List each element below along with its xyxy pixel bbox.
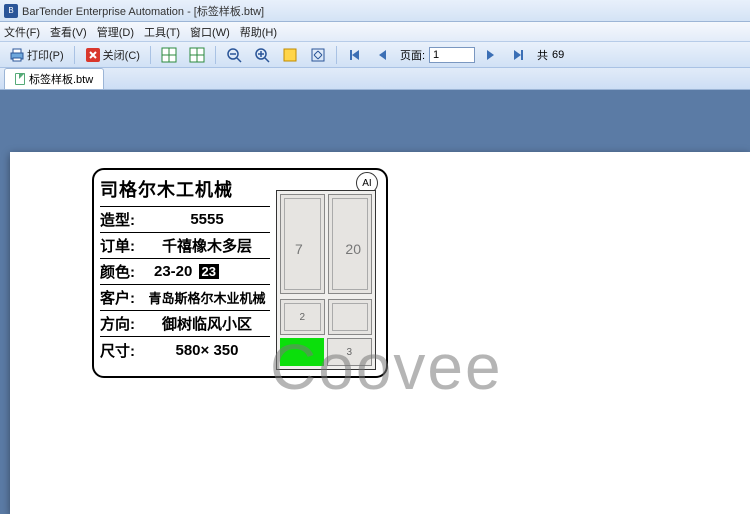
prev-icon (375, 47, 391, 63)
last-icon (510, 47, 526, 63)
print-button[interactable]: 打印(P) (4, 45, 69, 65)
document-icon (15, 73, 25, 85)
title-bar: B BarTender Enterprise Automation - [标签样… (0, 0, 750, 22)
tab-label: 标签样板.btw (29, 71, 93, 87)
first-icon (347, 47, 363, 63)
last-page-button[interactable] (505, 45, 531, 65)
separator (215, 46, 216, 64)
zoom-in-icon (254, 47, 270, 63)
grid-1-button[interactable] (156, 45, 182, 65)
total-pages: 69 (552, 49, 564, 61)
separator (150, 46, 151, 64)
separator (336, 46, 337, 64)
overlay-2: 2 (280, 299, 325, 335)
toolbar: 打印(P) 关闭(C) 页面: 共 69 (0, 42, 750, 68)
page-label: 页面: (400, 47, 425, 63)
menu-help[interactable]: 帮助(H) (240, 24, 277, 40)
door-diagram: 7 20 2 3 (276, 190, 376, 370)
row-direction: 方向:御树临风小区 (100, 311, 270, 337)
overlay-20: 20 (345, 241, 361, 257)
menu-manage[interactable]: 管理(D) (97, 24, 134, 40)
workspace: 司格尔木工机械 造型:5555 订单:千禧橡木多层 颜色:23-20 23 客户… (0, 90, 750, 514)
label-text-block: 司格尔木工机械 造型:5555 订单:千禧橡木多层 颜色:23-20 23 客户… (100, 174, 270, 363)
next-page-button[interactable] (477, 45, 503, 65)
row-size: 尺寸:580× 350 (100, 337, 270, 363)
prev-page-button[interactable] (370, 45, 396, 65)
window-title: BarTender Enterprise Automation - [标签样板.… (22, 3, 264, 19)
label-title: 司格尔木工机械 (100, 174, 270, 207)
total-prefix: 共 (537, 47, 548, 63)
design-canvas[interactable]: 司格尔木工机械 造型:5555 订单:千禧橡木多层 颜色:23-20 23 客户… (10, 152, 750, 514)
fullscreen-button[interactable] (305, 45, 331, 65)
menu-tools[interactable]: 工具(T) (144, 24, 180, 40)
label-object[interactable]: 司格尔木工机械 造型:5555 订单:千禧橡木多层 颜色:23-20 23 客户… (92, 168, 388, 378)
row-order: 订单:千禧橡木多层 (100, 233, 270, 259)
zoom-fit-button[interactable] (277, 45, 303, 65)
print-label: 打印(P) (27, 47, 64, 63)
label-diagram: AI 7 20 2 3 (276, 176, 376, 372)
tab-document[interactable]: 标签样板.btw (4, 68, 104, 89)
close-label: 关闭(C) (103, 47, 140, 63)
grid-icon (189, 47, 205, 63)
next-icon (482, 47, 498, 63)
row-color: 颜色:23-20 23 (100, 259, 270, 285)
printer-icon (9, 47, 25, 63)
row-customer: 客户:青岛斯格尔木业机械 (100, 285, 270, 311)
app-icon: B (4, 4, 18, 18)
document-tabs: 标签样板.btw (0, 68, 750, 90)
close-button[interactable]: 关闭(C) (80, 45, 145, 65)
zoom-in-button[interactable] (249, 45, 275, 65)
grid-2-button[interactable] (184, 45, 210, 65)
menu-file[interactable]: 文件(F) (4, 24, 40, 40)
grid-icon (161, 47, 177, 63)
zoom-out-icon (226, 47, 242, 63)
menu-window[interactable]: 窗口(W) (190, 24, 230, 40)
overlay-7: 7 (295, 241, 303, 257)
close-icon (85, 47, 101, 63)
first-page-button[interactable] (342, 45, 368, 65)
row-style: 造型:5555 (100, 207, 270, 233)
expand-icon (310, 47, 326, 63)
separator (74, 46, 75, 64)
zoom-out-button[interactable] (221, 45, 247, 65)
page-input[interactable] (429, 47, 475, 63)
color-chip: 23 (199, 264, 219, 279)
green-block (280, 338, 324, 366)
fit-icon (282, 47, 298, 63)
overlay-3: 3 (327, 338, 373, 366)
menu-view[interactable]: 查看(V) (50, 24, 87, 40)
menu-bar: 文件(F) 查看(V) 管理(D) 工具(T) 窗口(W) 帮助(H) (0, 22, 750, 42)
